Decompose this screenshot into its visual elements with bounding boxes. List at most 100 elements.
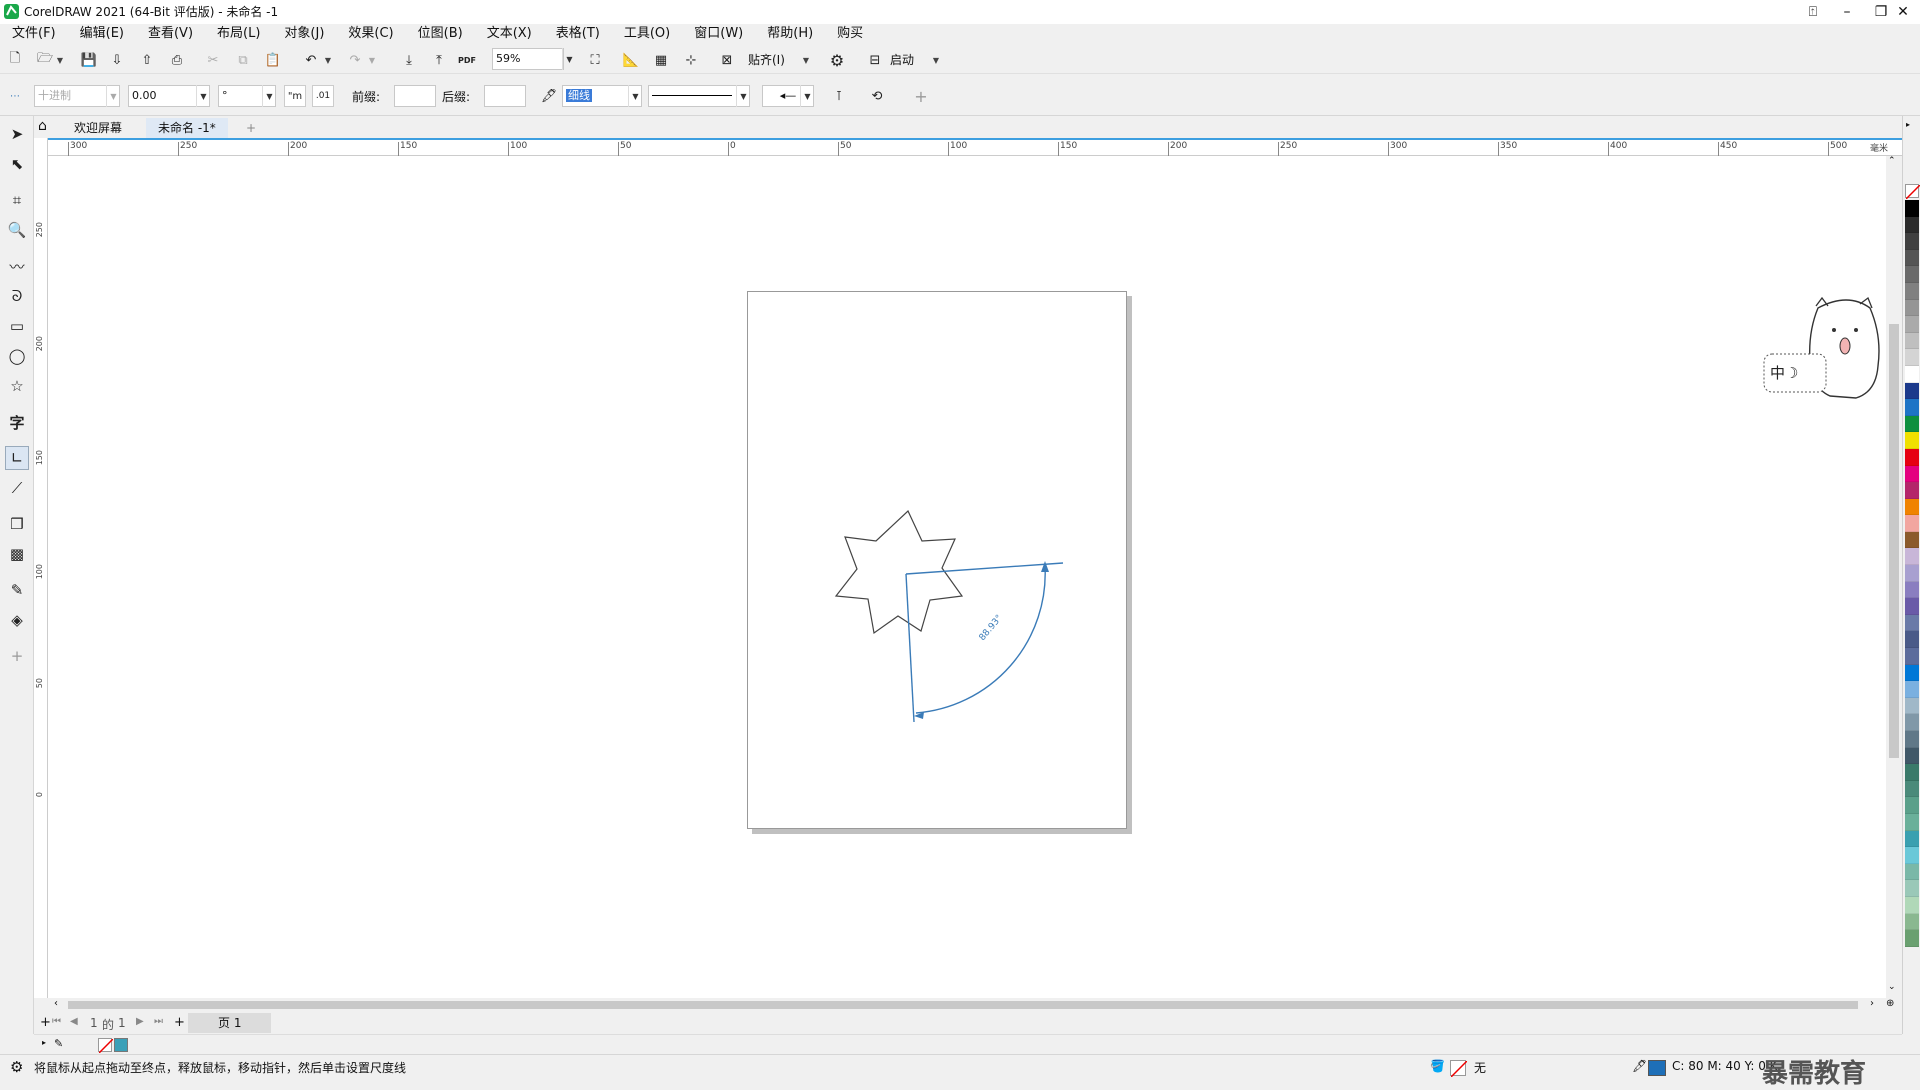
add-page-before-icon[interactable]: + [40, 1015, 51, 1030]
open-folder-icon[interactable]: 🗁 [34, 49, 56, 71]
palette-swatch[interactable] [1905, 681, 1919, 698]
palette-swatch[interactable] [1905, 648, 1919, 665]
scroll-down-icon[interactable]: ⌄ [1888, 982, 1896, 992]
document-palette-expand-icon[interactable]: ▸ [42, 1038, 46, 1047]
palette-swatch[interactable] [1905, 930, 1919, 947]
interactive-fill-tool-icon[interactable]: ◈ [5, 608, 29, 632]
minimize-button[interactable]: – [1830, 0, 1864, 24]
print-icon[interactable]: ⎙ [166, 49, 188, 71]
fill-bucket-icon[interactable]: 🪣 [1430, 1059, 1445, 1073]
palette-swatch[interactable] [1905, 233, 1919, 250]
outline-pen-status-icon[interactable]: 🖋 [1632, 1059, 1647, 1073]
palette-swatch[interactable] [1905, 863, 1919, 881]
vertical-scroll-thumb[interactable] [1889, 324, 1899, 758]
menu-item-6[interactable]: 位图(B) [406, 24, 475, 44]
document-palette-eyedropper-icon[interactable]: ✎ [54, 1037, 63, 1050]
palette-swatch[interactable] [1905, 266, 1919, 283]
undo-dropdown-icon[interactable]: ▼ [322, 49, 334, 71]
palette-swatch[interactable] [1905, 697, 1919, 715]
scroll-left-icon[interactable]: ‹ [54, 998, 58, 1009]
connector-tool-icon[interactable]: ⟋ [5, 476, 29, 500]
launch-menu[interactable]: 启动 [890, 51, 914, 68]
palette-swatch[interactable] [1905, 764, 1919, 781]
palette-swatch[interactable] [1905, 813, 1919, 831]
menu-item-1[interactable]: 编辑(E) [68, 24, 136, 44]
doc-no-color-swatch[interactable] [98, 1038, 114, 1054]
suffix-input[interactable] [484, 85, 526, 107]
scroll-right-icon[interactable]: › [1870, 998, 1874, 1009]
freehand-tool-icon[interactable]: 〰 [5, 254, 29, 278]
palette-swatch[interactable] [1905, 448, 1919, 466]
options-gear-icon[interactable]: ⚙ [826, 49, 848, 71]
palette-swatch[interactable] [1905, 216, 1919, 234]
zoom-dropdown-icon[interactable]: ▼ [562, 48, 576, 70]
drop-shadow-tool-icon[interactable]: ❒ [5, 512, 29, 536]
palette-swatch[interactable] [1905, 847, 1919, 864]
palette-swatch[interactable] [1905, 830, 1919, 848]
status-settings-gear-icon[interactable]: ⚙ [10, 1058, 23, 1076]
palette-swatch[interactable] [1905, 565, 1919, 582]
last-page-icon[interactable]: ⏭ [154, 1016, 163, 1027]
new-tab-icon[interactable]: + [242, 118, 260, 138]
close-button[interactable]: ✕ [1886, 0, 1920, 24]
show-rulers-icon[interactable]: 📐 [620, 49, 642, 71]
snap-dropdown-icon[interactable]: ▼ [800, 49, 812, 71]
import-icon[interactable]: ⤓ [398, 49, 420, 71]
palette-swatch[interactable] [1905, 316, 1919, 333]
add-icon[interactable]: + [910, 85, 932, 107]
arrowhead-dropdown-icon[interactable]: ▼ [800, 85, 814, 107]
show-grid-icon[interactable]: ▦ [650, 49, 672, 71]
palette-swatch[interactable] [1905, 399, 1919, 416]
palette-swatch[interactable] [1905, 282, 1919, 300]
palette-swatch[interactable] [1905, 531, 1919, 549]
precision-dropdown-icon[interactable]: ▼ [196, 85, 210, 107]
menu-item-11[interactable]: 帮助(H) [755, 24, 825, 44]
palette-swatch[interactable] [1905, 465, 1919, 483]
horizontal-ruler[interactable]: 300 250 200 150 100 50 0 50 100 150 200 250 300 350 40… [48, 138, 1902, 156]
outline-pen-icon[interactable]: 🖋 [538, 85, 560, 107]
menu-item-2[interactable]: 查看(V) [136, 24, 205, 44]
menu-item-4[interactable]: 对象(J) [272, 24, 336, 44]
snap-off-icon[interactable]: ⊠ [716, 49, 738, 71]
palette-swatch[interactable] [1905, 548, 1919, 566]
line-style-dropdown-icon[interactable]: ▼ [736, 85, 750, 107]
palette-swatch[interactable] [1905, 614, 1919, 632]
artistic-media-tool-icon[interactable]: ᘐ [5, 284, 29, 308]
palette-swatch[interactable] [1905, 631, 1919, 649]
home-icon[interactable]: ⌂ [38, 118, 58, 138]
cut-icon[interactable]: ✂ [202, 49, 224, 71]
snap-to-menu[interactable]: 贴齐(I) [748, 51, 785, 68]
palette-swatch[interactable] [1905, 880, 1919, 897]
palette-swatch[interactable] [1905, 299, 1919, 317]
cloud-download-icon[interactable]: ⇩ [106, 49, 128, 71]
zoom-tool-icon[interactable]: 🔍 [5, 218, 29, 242]
launch-icon[interactable]: ⊟ [864, 49, 886, 71]
scroll-up-icon[interactable]: ⌃ [1888, 156, 1896, 166]
zoom-navigator-icon[interactable]: ⊕ [1886, 998, 1894, 1009]
palette-scroll-up-icon[interactable]: ▸ [1906, 120, 1910, 129]
palette-swatch[interactable] [1905, 731, 1919, 748]
redo-icon[interactable]: ↷ [344, 49, 366, 71]
previous-page-icon[interactable]: ◀ [70, 1016, 78, 1027]
palette-swatch[interactable] [1905, 498, 1919, 516]
prefix-input[interactable] [394, 85, 436, 107]
save-icon[interactable]: 💾 [78, 49, 100, 71]
first-page-icon[interactable]: ⏮ [52, 1016, 61, 1027]
drawing-canvas[interactable]: 88.93° [48, 156, 1886, 998]
palette-swatch[interactable] [1905, 664, 1919, 682]
angle-unit-dropdown-icon[interactable]: ▼ [262, 85, 276, 107]
palette-swatch[interactable] [1905, 332, 1919, 350]
rectangle-tool-icon[interactable]: ▭ [5, 314, 29, 338]
menu-item-10[interactable]: 窗口(W) [682, 24, 755, 44]
crop-tool-icon[interactable]: ⌗ [5, 188, 29, 212]
dynamic-dimension-icon[interactable]: ⟲ [866, 85, 888, 107]
menu-item-0[interactable]: 文件(F) [0, 24, 68, 44]
doc-color-swatch[interactable] [114, 1038, 128, 1052]
palette-swatch[interactable] [1905, 382, 1919, 400]
menu-item-7[interactable]: 文本(X) [475, 24, 544, 44]
pdf-export-icon[interactable]: PDF [456, 49, 478, 71]
paste-icon[interactable]: 📋 [262, 49, 284, 71]
dimension-tool-icon[interactable]: ∟ [5, 446, 29, 470]
palette-swatch[interactable] [1905, 365, 1919, 383]
vertical-ruler[interactable]: 250 200 150 100 50 0 [34, 138, 48, 998]
